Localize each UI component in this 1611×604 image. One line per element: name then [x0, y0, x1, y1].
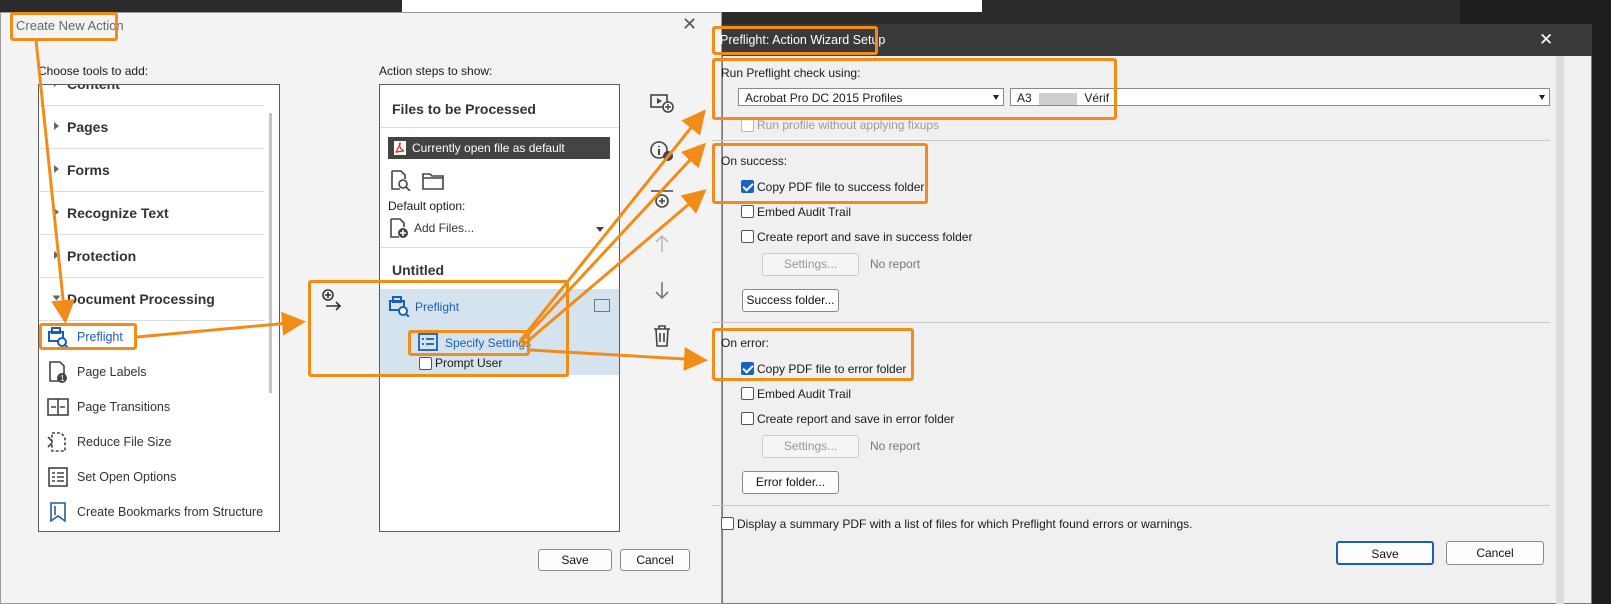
arrow — [136, 311, 306, 339]
arrow — [34, 39, 76, 324]
arrow — [518, 142, 707, 345]
arrow — [529, 346, 708, 371]
arrow — [521, 189, 707, 348]
arrow — [518, 109, 706, 342]
annotation-arrows — [34, 39, 708, 371]
